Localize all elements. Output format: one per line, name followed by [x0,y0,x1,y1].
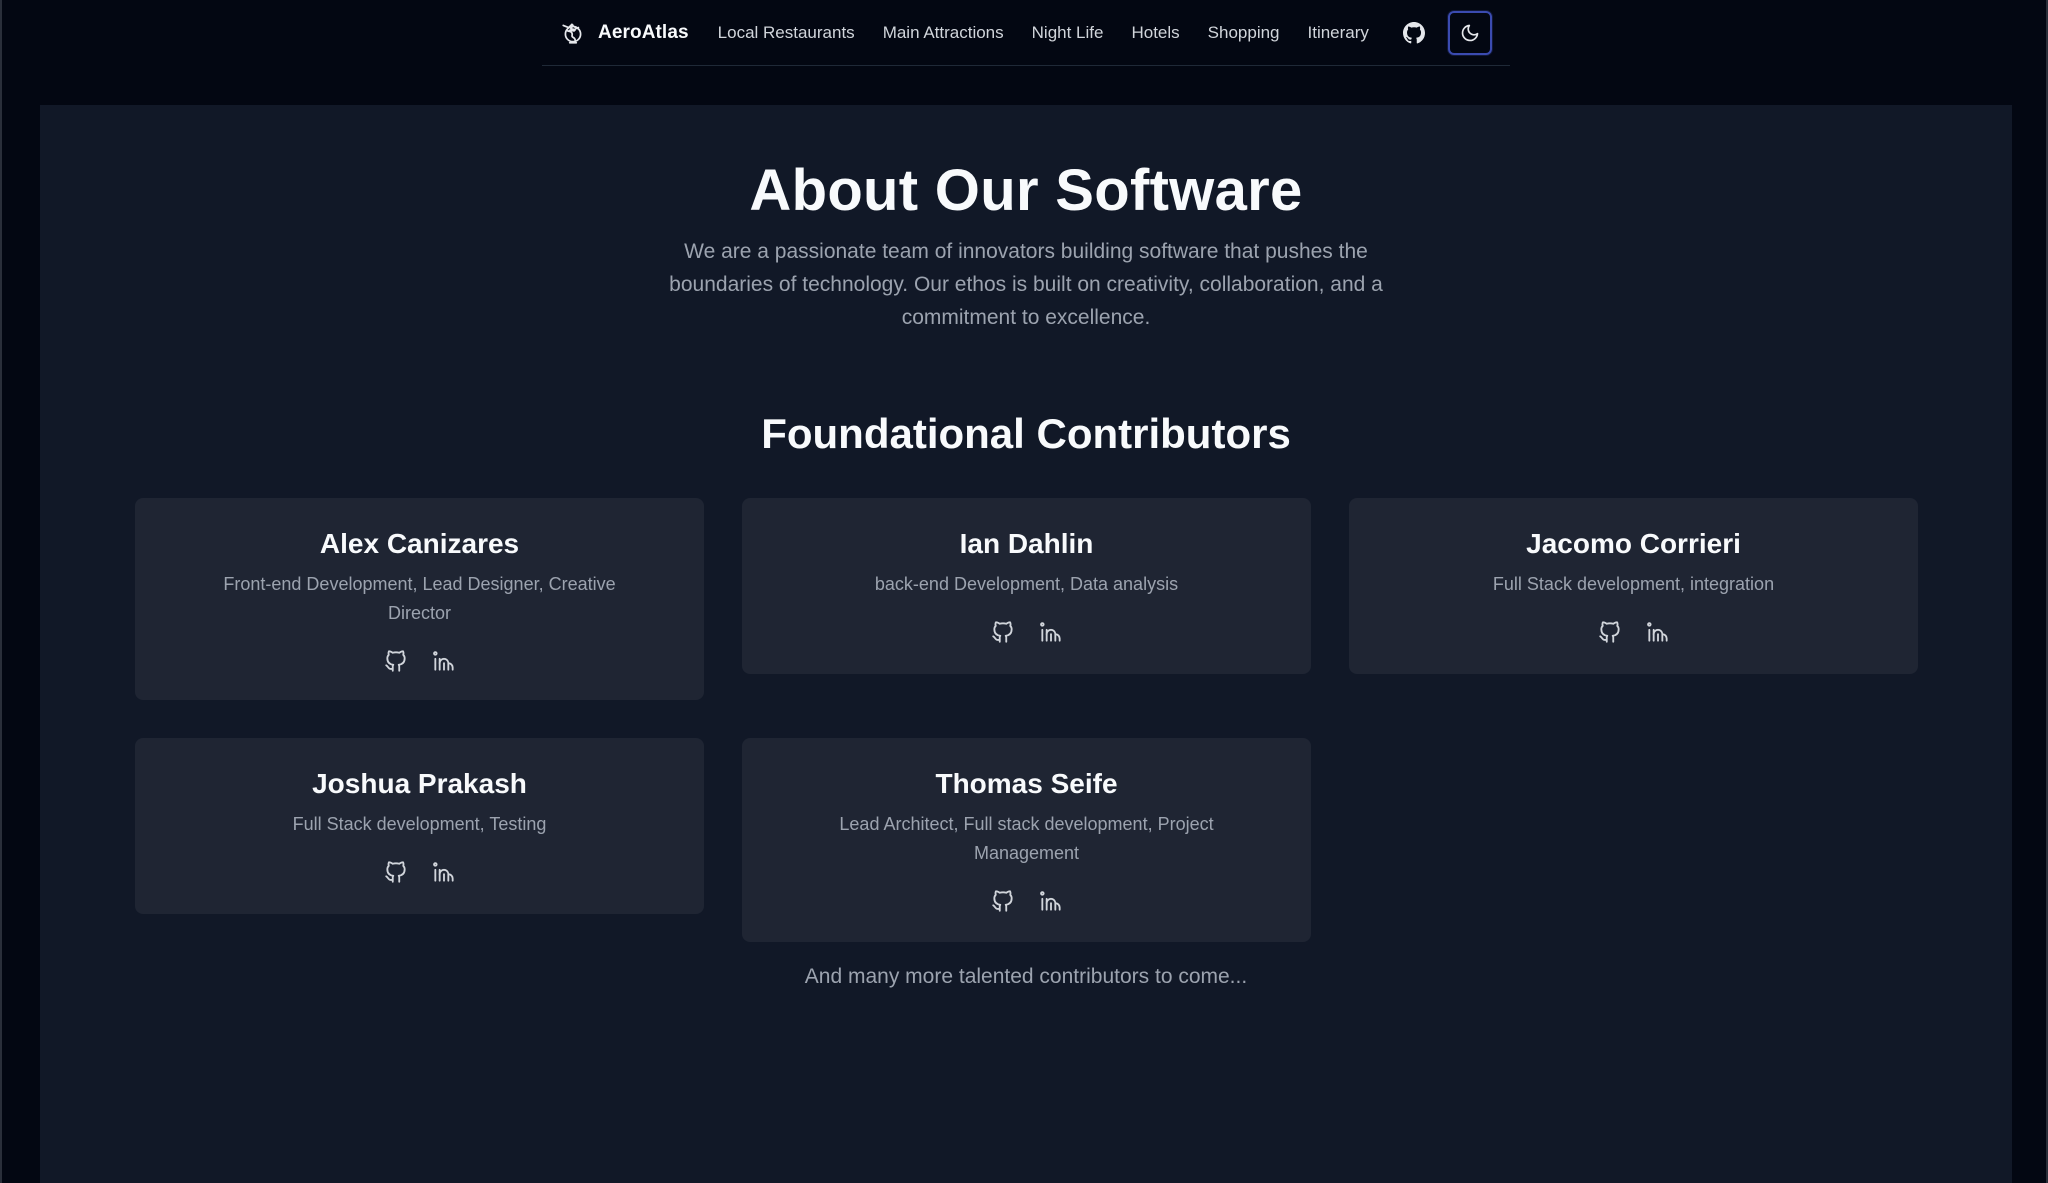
contributor-role: Lead Architect, Full stack development, … [839,814,1214,863]
page-title: About Our Software [749,158,1303,223]
nav-link-shopping[interactable]: Shopping [1208,23,1280,43]
contributor-links [762,888,1291,914]
contributor-links [1369,619,1898,645]
brand-name: AeroAtlas [598,21,689,43]
github-icon[interactable] [383,859,409,885]
theme-toggle-button[interactable] [1448,10,1492,55]
contributor-links [155,859,684,885]
contributor-role: Full Stack development, integration [1492,574,1775,594]
contributor-name: Joshua Prakash [312,768,527,799]
contributor-name: Alex Canizares [319,528,520,559]
contributor-role: back-end Development, Data analysis [874,574,1179,594]
contributor-role: Front-end Development, Lead Designer, Cr… [223,574,616,623]
linkedin-icon[interactable] [431,859,457,885]
app-window: AeroAtlas Local Restaurants Main Attract… [0,0,2048,1183]
page-description: We are a passionate team of innovators b… [669,240,1383,329]
github-icon[interactable] [990,619,1016,645]
contributor-card: Joshua Prakash Full Stack development, T… [135,738,704,914]
contributor-links [155,648,684,674]
nav-link-night-life[interactable]: Night Life [1032,23,1104,43]
github-icon[interactable] [383,648,409,674]
moon-icon [1461,24,1479,41]
nav-link-itinerary[interactable]: Itinerary [1308,23,1369,43]
linkedin-icon[interactable] [431,648,457,674]
github-button[interactable] [1392,11,1436,55]
github-icon [1403,21,1425,43]
nav-links: Local Restaurants Main Attractions Night… [718,23,1369,43]
nav-actions [1392,10,1492,55]
linkedin-icon[interactable] [1038,619,1064,645]
contributors-title: Foundational Contributors [761,410,1291,457]
contributor-card: Jacomo Corrieri Full Stack development, … [1349,498,1918,674]
brand-link[interactable]: AeroAtlas [560,20,689,46]
about-panel: About Our Software We are a passionate t… [40,105,2012,1183]
contributor-links [762,619,1291,645]
contributor-name: Thomas Seife [935,768,1118,799]
linkedin-icon[interactable] [1645,619,1671,645]
github-icon[interactable] [990,888,1016,914]
nav-link-hotels[interactable]: Hotels [1131,23,1179,43]
contributors-grid: Alex Canizares Front-end Development, Le… [135,498,1918,942]
contributor-card: Thomas Seife Lead Architect, Full stack … [742,738,1311,942]
globe-plane-icon [562,22,582,44]
contributor-card: Alex Canizares Front-end Development, Le… [135,498,704,700]
contributors-footer-note: And many more talented contributors to c… [804,965,1248,988]
nav-link-local-restaurants[interactable]: Local Restaurants [718,23,855,43]
top-navbar: AeroAtlas Local Restaurants Main Attract… [542,0,1510,66]
linkedin-icon[interactable] [1038,888,1064,914]
contributor-name: Ian Dahlin [959,528,1094,559]
nav-link-main-attractions[interactable]: Main Attractions [883,23,1004,43]
contributor-card: Ian Dahlin back-end Development, Data an… [742,498,1311,674]
contributor-role: Full Stack development, Testing [292,814,547,834]
github-icon[interactable] [1597,619,1623,645]
contributor-name: Jacomo Corrieri [1526,528,1741,559]
